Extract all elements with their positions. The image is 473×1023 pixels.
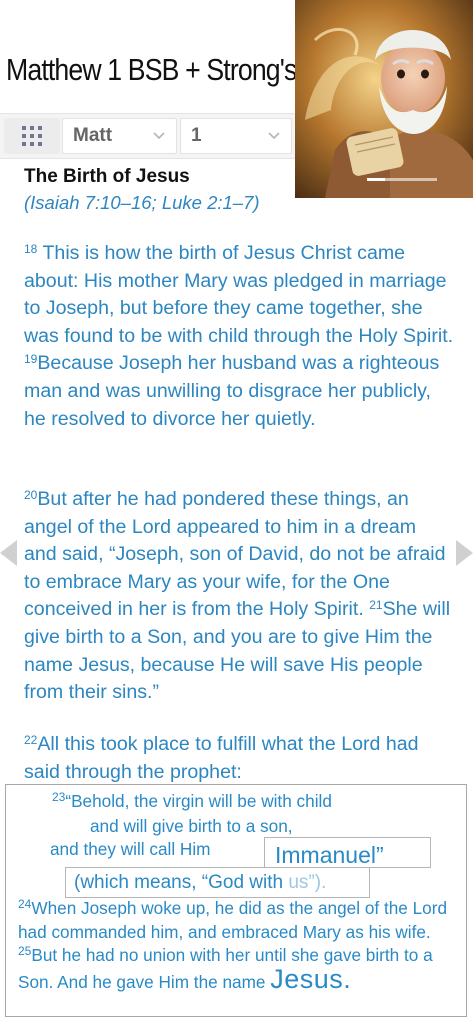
- toolbar: Matt 1: [0, 113, 295, 159]
- verse-text: All this took place to fulfill what the …: [24, 733, 419, 783]
- verse-text: But he had no union with her until she g…: [18, 945, 433, 992]
- book-select-value: Matt: [73, 125, 113, 146]
- chapter-select[interactable]: 1: [180, 118, 292, 154]
- immanuel-highlight: Immanuel”: [264, 837, 431, 868]
- verse-number: 24: [18, 897, 32, 911]
- chapter-select-value: 1: [191, 125, 202, 146]
- quote-line: and will give birth to a son,: [90, 816, 293, 836]
- verse-number: 23: [52, 790, 66, 804]
- book-select[interactable]: Matt: [62, 118, 177, 154]
- section-heading: The Birth of Jesus: [24, 166, 190, 187]
- meaning-text: (which means, “God with: [74, 872, 289, 893]
- next-chapter-arrow-icon[interactable]: [456, 540, 473, 566]
- verse-number[interactable]: 19: [24, 352, 37, 366]
- jesus-highlight: Jesus.: [270, 963, 352, 994]
- quote-line: 23“Behold, the virgin will be with child: [52, 791, 332, 812]
- callout-paragraph: 24When Joseph woke up, he did as the ang…: [18, 897, 463, 994]
- verse-number: 25: [18, 944, 32, 959]
- verse-callout-overlay: 23“Behold, the virgin will be with child…: [5, 784, 467, 1017]
- grid-menu-button[interactable]: [4, 118, 60, 154]
- paragraph: 20But after he had pondered these things…: [24, 486, 454, 707]
- verse-number[interactable]: 21: [369, 598, 382, 612]
- quote-line: and they will call Him: [50, 839, 211, 859]
- verse-number[interactable]: 20: [24, 488, 37, 502]
- verse-text: Because Joseph her husband was a righteo…: [24, 352, 440, 430]
- verse-number[interactable]: 22: [24, 733, 37, 747]
- quote-text: “Behold, the virgin will be with child: [65, 791, 332, 811]
- verse-text: When Joseph woke up, he did as the angel…: [18, 898, 448, 942]
- verse-number[interactable]: 18: [24, 242, 37, 256]
- video-thumbnail[interactable]: [295, 0, 473, 198]
- chevron-down-icon: [153, 132, 165, 140]
- meaning-highlight: (which means, “God with us”).: [65, 867, 370, 898]
- paragraph: 18 This is how the birth of Jesus Christ…: [24, 240, 454, 433]
- elder-with-scroll-image: [295, 0, 473, 198]
- page-title: Matthew 1 BSB + Strong's: [6, 52, 297, 87]
- paragraph: 22All this took place to fulfill what th…: [24, 731, 454, 786]
- grid-dots-icon: [22, 126, 42, 146]
- meaning-text-faded: us”).: [288, 872, 327, 893]
- prev-chapter-arrow-icon[interactable]: [0, 540, 17, 566]
- chevron-down-icon: [268, 132, 280, 140]
- verse-text: This is how the birth of Jesus Christ ca…: [24, 242, 454, 347]
- cross-references-link[interactable]: (Isaiah 7:10–16; Luke 2:1–7): [24, 192, 260, 214]
